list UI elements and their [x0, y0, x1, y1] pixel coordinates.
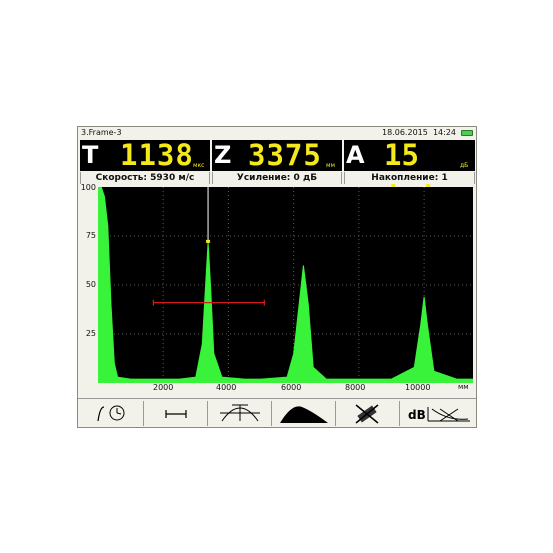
x-tick-label: 2000	[153, 383, 174, 392]
y-tick-label: 75	[85, 231, 96, 240]
time-base-button[interactable]	[80, 401, 144, 426]
y-tick-label: 50	[85, 280, 96, 289]
readout-time-unit: мкс	[193, 162, 205, 169]
readout-depth-unit: мм	[326, 162, 336, 169]
y-tick-label: 100	[80, 183, 96, 192]
a-scan-svg	[97, 186, 474, 384]
readout-amplitude-letter: A	[346, 141, 365, 169]
envelope-button[interactable]	[272, 401, 336, 426]
gate-settings-icon	[220, 404, 260, 422]
accumulation-label[interactable]: Накопление: 1	[344, 172, 475, 184]
x-tick-label: 6000	[281, 383, 302, 392]
dac-curve-icon: dB	[408, 407, 470, 422]
readout-depth-value: 3375	[248, 138, 322, 172]
speed-label[interactable]: Скорость: 5930 м/с	[80, 172, 210, 184]
x-unit-label: мм	[458, 383, 469, 391]
gain-label[interactable]: Усиление: 0 дБ	[212, 172, 342, 184]
probe-off-button[interactable]	[336, 401, 400, 426]
time: 14:24	[432, 128, 456, 137]
readout-time-letter: T	[82, 141, 99, 169]
readout-amplitude-unit: дБ	[460, 162, 469, 169]
dac-curve-button[interactable]: dB	[400, 401, 476, 426]
readout-amplitude: A 15 1,1 дБ	[344, 140, 475, 202]
x-tick-label: 10000	[405, 383, 431, 392]
function-toolbar: dB	[78, 398, 476, 428]
svg-text:dB: dB	[408, 408, 426, 422]
x-tick-label: 4000	[216, 383, 237, 392]
y-tick-label: 25	[85, 329, 96, 338]
gate-settings-button[interactable]	[208, 401, 272, 426]
envelope-icon	[280, 406, 328, 423]
readout-depth: Z 3375 мм	[212, 140, 342, 171]
readout-time-value: 1138	[120, 138, 194, 172]
frame-name: 3.Frame-3	[81, 128, 122, 137]
flaw-detector-screen: 3.Frame-3 18.06.2015 14:24 T 1138 мкс Z …	[77, 126, 477, 428]
a-scan-plot[interactable]	[97, 186, 474, 384]
readout-depth-letter: Z	[214, 141, 232, 169]
battery-icon	[461, 130, 473, 136]
time-base-icon	[97, 405, 125, 422]
readout-time: T 1138 мкс	[80, 140, 210, 171]
range-button[interactable]	[144, 401, 208, 426]
date: 18.06.2015	[382, 128, 428, 137]
probe-off-icon	[355, 404, 379, 424]
cursor-marker	[206, 239, 211, 243]
x-tick-label: 8000	[345, 383, 366, 392]
range-icon	[165, 410, 187, 418]
